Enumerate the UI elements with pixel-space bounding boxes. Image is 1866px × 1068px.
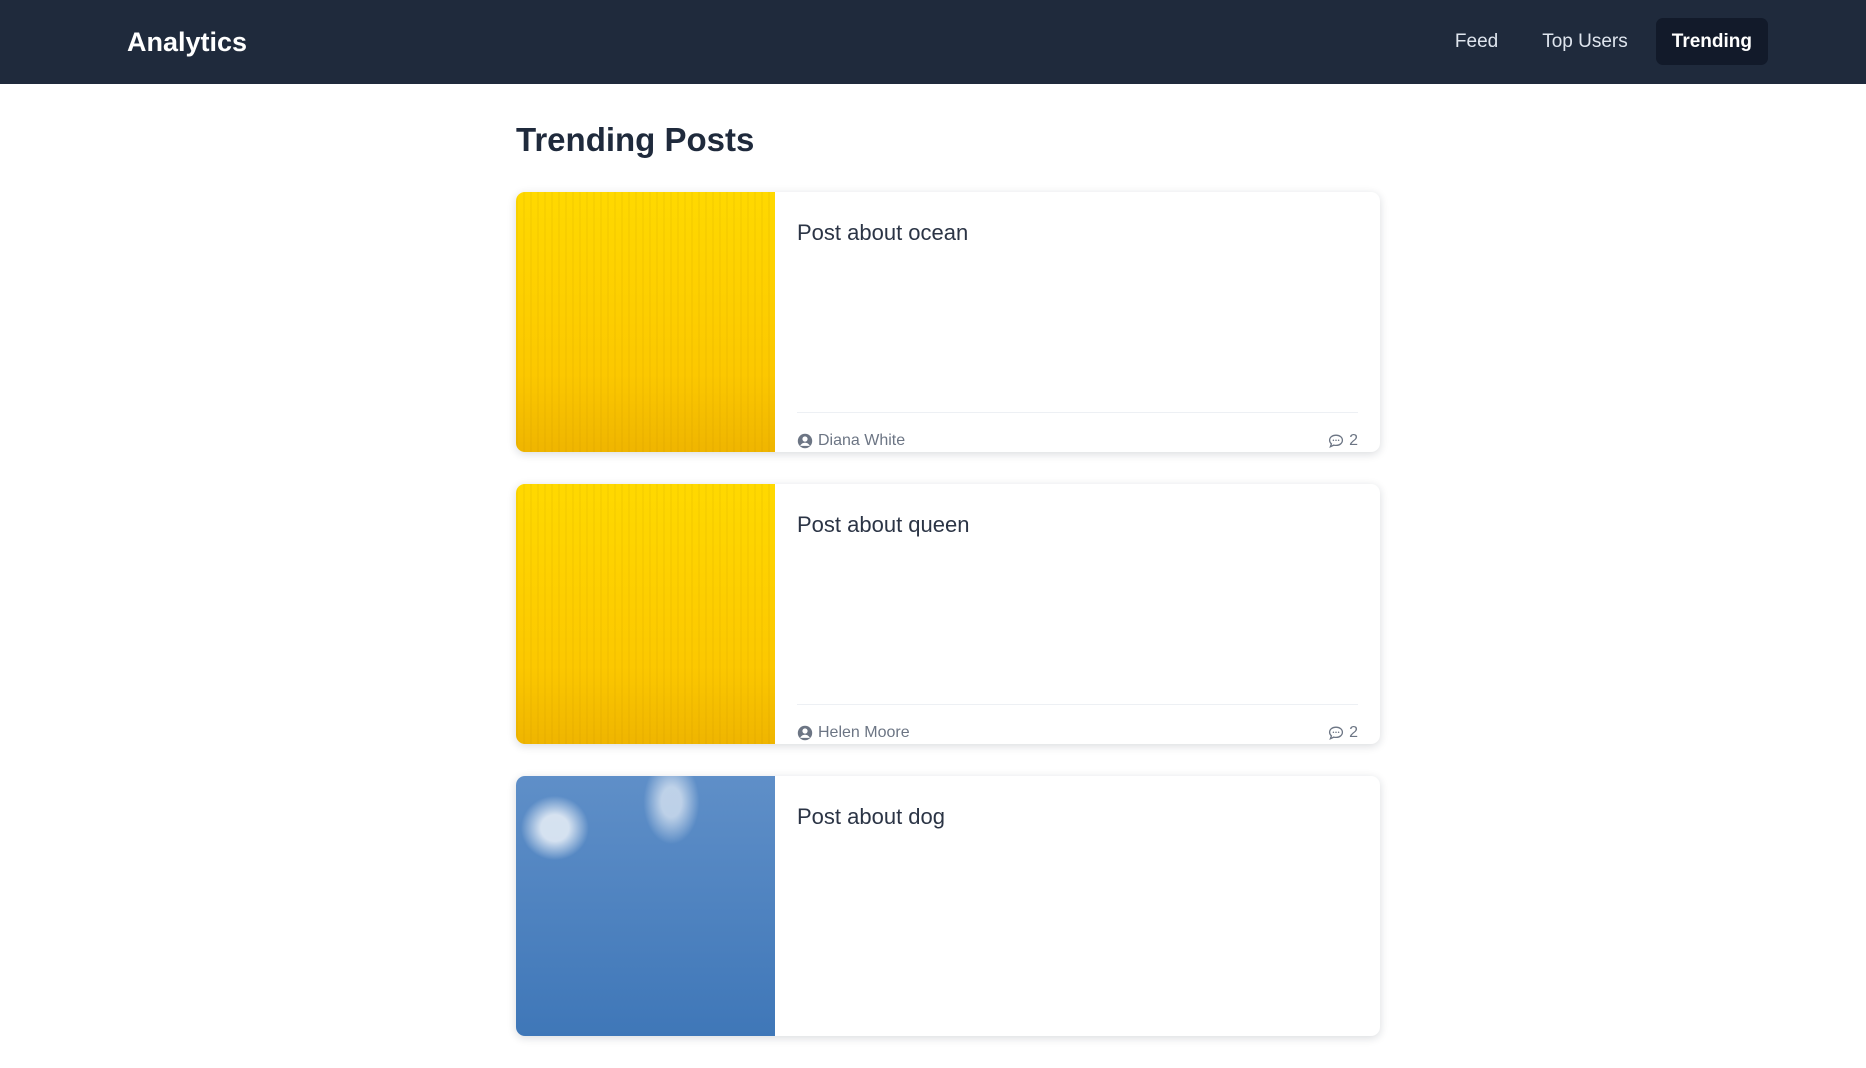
- post-image[interactable]: [516, 192, 775, 452]
- comment-count[interactable]: 2: [1328, 431, 1358, 451]
- user-circle-icon: [797, 433, 813, 449]
- post-card[interactable]: Post about dog: [516, 776, 1380, 1036]
- post-footer: Diana White 2: [797, 412, 1358, 451]
- post-content: Post about queen Helen Moore 2: [797, 510, 1358, 744]
- brand-title[interactable]: Analytics: [127, 24, 247, 60]
- post-content: Post about dog: [797, 802, 1358, 1036]
- page-title: Trending Posts: [516, 121, 755, 158]
- main-navigation: Feed Top Users Trending: [1439, 18, 1768, 65]
- post-image[interactable]: [516, 484, 775, 744]
- nav-trending[interactable]: Trending: [1655, 18, 1768, 65]
- comment-count[interactable]: 2: [1328, 723, 1358, 743]
- comment-count-value: 2: [1349, 724, 1358, 741]
- nav-feed[interactable]: Feed: [1439, 18, 1514, 65]
- post-title[interactable]: Post about queen: [797, 510, 1358, 540]
- author-name: Diana White: [818, 432, 906, 449]
- trending-post-list: Post about ocean Diana White 2 Post abou…: [516, 192, 1380, 1068]
- post-content: Post about ocean Diana White 2: [797, 218, 1358, 452]
- post-title[interactable]: Post about dog: [797, 802, 1358, 832]
- nav-top-users[interactable]: Top Users: [1526, 18, 1644, 65]
- comment-icon: [1329, 434, 1344, 448]
- top-navigation-bar: Analytics Feed Top Users Trending: [0, 0, 1866, 84]
- post-author[interactable]: Helen Moore: [797, 723, 910, 743]
- post-image[interactable]: [516, 776, 775, 1036]
- comment-icon: [1329, 726, 1344, 740]
- author-name: Helen Moore: [818, 724, 910, 741]
- post-author[interactable]: Diana White: [797, 431, 905, 451]
- post-footer: Helen Moore 2: [797, 704, 1358, 743]
- post-card[interactable]: Post about ocean Diana White 2: [516, 192, 1380, 452]
- post-card[interactable]: Post about queen Helen Moore 2: [516, 484, 1380, 744]
- comment-count-value: 2: [1349, 432, 1358, 449]
- user-circle-icon: [797, 725, 813, 741]
- post-title[interactable]: Post about ocean: [797, 218, 1358, 248]
